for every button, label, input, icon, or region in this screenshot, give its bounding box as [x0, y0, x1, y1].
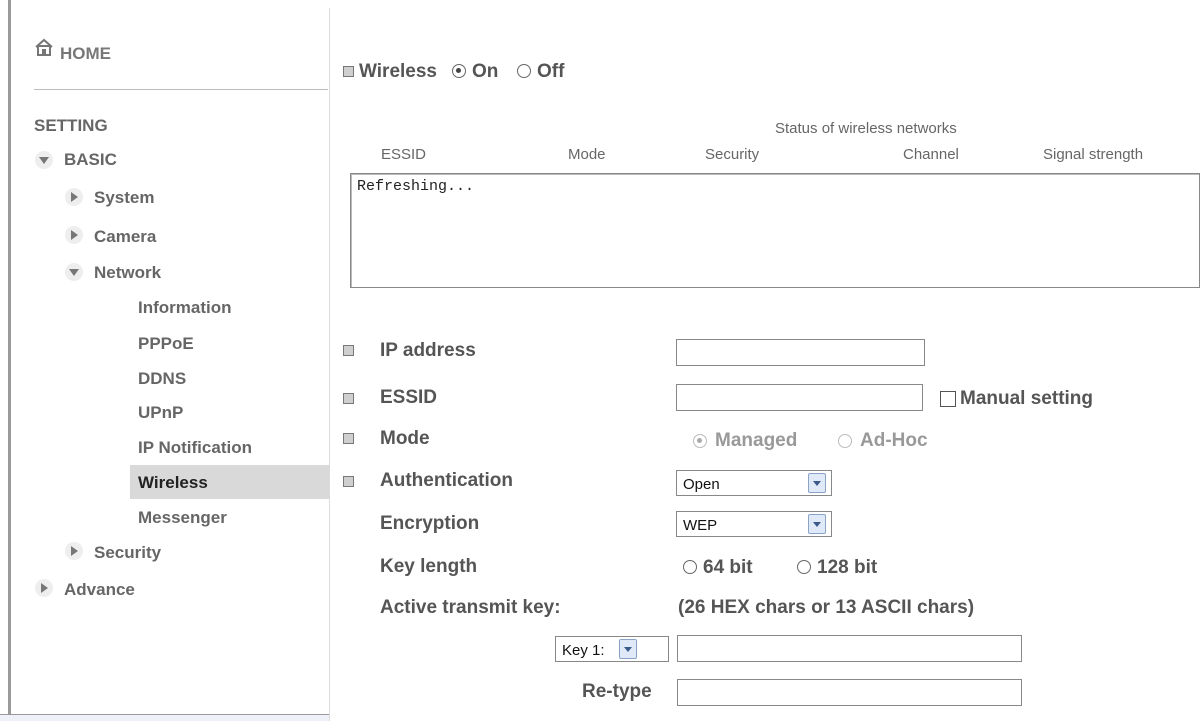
networks-list[interactable]: Refreshing...: [350, 173, 1200, 288]
wireless-label: Wireless: [359, 61, 437, 82]
sidebar-item-network[interactable]: Network: [94, 263, 161, 283]
sidebar-item-camera[interactable]: Camera: [94, 227, 156, 247]
wireless-on-radio[interactable]: [452, 64, 466, 78]
column-signal-strength: Signal strength: [1043, 146, 1144, 163]
chevron-down-icon[interactable]: [619, 639, 637, 659]
sidebar-item-basic[interactable]: BASIC: [64, 150, 117, 170]
networks-title: Status of wireless networks: [775, 120, 957, 137]
chevron-right-icon[interactable]: [34, 578, 54, 598]
encryption-select[interactable]: WEP: [676, 511, 832, 537]
chevron-down-icon[interactable]: [64, 262, 84, 282]
key-64bit-radio[interactable]: [683, 560, 697, 574]
key-64bit-label: 64 bit: [703, 557, 753, 578]
column-security: Security: [705, 146, 760, 163]
mode-adhoc-label: Ad-Hoc: [860, 430, 928, 451]
sidebar-divider: [329, 8, 330, 721]
column-channel: Channel: [903, 146, 959, 163]
sidebar-separator: [34, 89, 328, 90]
column-mode: Mode: [568, 146, 606, 163]
key-input[interactable]: [677, 635, 1022, 662]
wireless-off-label: Off: [537, 61, 565, 82]
key-index-value: Key 1:: [562, 642, 605, 659]
encryption-label: Encryption: [380, 513, 480, 534]
retype-label: Re-type: [582, 681, 652, 702]
ip-address-input[interactable]: [676, 339, 925, 366]
encryption-value: WEP: [683, 517, 718, 534]
sidebar-item-advance[interactable]: Advance: [64, 580, 135, 600]
authentication-label: Authentication: [380, 470, 513, 491]
chevron-down-icon[interactable]: [808, 473, 826, 493]
setting-heading: SETTING: [34, 116, 108, 135]
mode-adhoc-radio[interactable]: [838, 434, 852, 448]
wireless-off-radio[interactable]: [517, 64, 531, 78]
key-hint-text: (26 HEX chars or 13 ASCII chars): [678, 597, 975, 618]
authentication-value: Open: [683, 476, 720, 493]
home-link[interactable]: HOME: [60, 44, 111, 64]
sidebar-item-upnp[interactable]: UPnP: [138, 403, 183, 423]
authentication-select[interactable]: Open: [676, 470, 832, 496]
mode-managed-label: Managed: [715, 430, 798, 451]
chevron-right-icon[interactable]: [64, 187, 84, 207]
sidebar-item-ddns[interactable]: DDNS: [138, 369, 186, 389]
sidebar-item-system[interactable]: System: [94, 188, 154, 208]
wireless-on-label: On: [472, 61, 499, 82]
bullet-square-icon: [343, 433, 354, 444]
left-border: [8, 0, 11, 721]
key-index-select[interactable]: Key 1:: [555, 636, 669, 662]
bullet-square-icon: [343, 476, 354, 487]
chevron-right-icon[interactable]: [64, 225, 84, 245]
column-essid: ESSID: [381, 146, 427, 163]
bullet-square-icon: [343, 345, 354, 356]
sidebar-item-ip-notification[interactable]: IP Notification: [138, 438, 252, 458]
bullet-square-icon: [343, 66, 354, 77]
sidebar-item-pppoe[interactable]: PPPoE: [138, 334, 194, 354]
sidebar-item-security[interactable]: Security: [94, 543, 161, 563]
mode-label: Mode: [380, 428, 430, 449]
essid-input[interactable]: [676, 384, 923, 411]
sidebar-item-wireless[interactable]: Wireless: [138, 473, 208, 493]
manual-setting-checkbox[interactable]: [940, 391, 956, 407]
mode-managed-radio[interactable]: [693, 434, 707, 448]
chevron-down-icon[interactable]: [808, 514, 826, 534]
retype-input[interactable]: [677, 679, 1022, 706]
chevron-right-icon[interactable]: [64, 541, 84, 561]
sidebar-item-messenger[interactable]: Messenger: [138, 508, 227, 528]
chevron-down-icon[interactable]: [34, 150, 54, 170]
essid-label: ESSID: [380, 387, 438, 408]
bullet-square-icon: [343, 393, 354, 404]
key-128bit-radio[interactable]: [797, 560, 811, 574]
ip-address-label: IP address: [380, 340, 476, 361]
key-128bit-label: 128 bit: [817, 557, 878, 578]
key-length-label: Key length: [380, 556, 478, 577]
active-transmit-key-label: Active transmit key:: [380, 597, 561, 618]
home-icon[interactable]: [34, 38, 54, 56]
horizontal-scrollbar[interactable]: [0, 714, 329, 721]
manual-setting-label: Manual setting: [960, 388, 1094, 409]
sidebar-item-information[interactable]: Information: [138, 298, 232, 318]
